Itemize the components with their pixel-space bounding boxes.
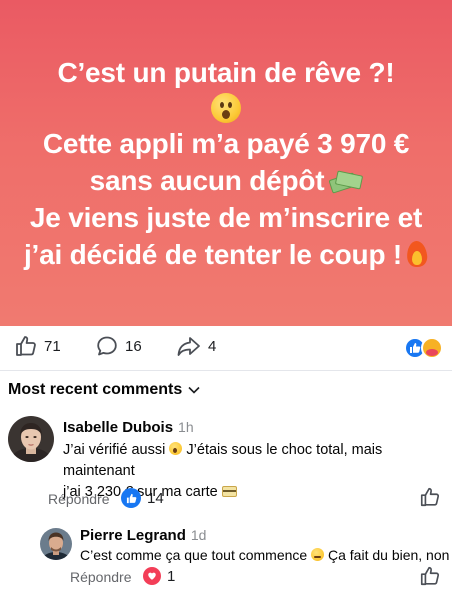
comment-bubble-icon [95,334,119,358]
comment-text-part: Ça fait du bien, non ? [328,547,452,563]
care-reaction-icon [421,337,443,359]
post-text-line-2: Cette appli m’a payé 3 970 € [42,127,410,159]
sort-label: Most recent comments [8,381,183,398]
astonished-face-icon [169,442,183,455]
comment-reaction-count[interactable]: 1 [143,567,175,585]
thumbs-up-icon [14,334,38,358]
post-text-line-3-row: sans aucun dépôt [89,162,364,199]
reaction-summary[interactable] [404,336,444,360]
comment-time[interactable]: 1h [178,419,194,435]
share-button[interactable]: 4 [176,334,216,358]
avatar[interactable] [40,528,72,560]
chevron-down-icon [188,381,200,399]
comment-author[interactable]: Isabelle Dubois [63,419,173,436]
comment-text-line-2: j’ai 3 230 € sur ma carte [63,482,443,503]
share-arrow-icon [176,334,202,358]
reply-button[interactable]: Répondre [48,491,110,507]
comment-text-line-1: J’ai vérifié aussi J’étais sous le choc … [63,440,443,482]
comment-like-button[interactable] [419,565,441,592]
reaction-count-value: 1 [167,567,176,585]
comment-sort-dropdown[interactable]: Most recent comments [8,381,200,399]
credit-card-icon [221,486,237,497]
comment-author-row: Isabelle Dubois 1h [63,419,194,436]
reaction-count-value: 14 [147,489,164,507]
reply-button[interactable]: Répondre [70,569,132,585]
thumbs-up-icon [419,566,441,591]
share-count: 4 [208,337,217,355]
smiling-face-icon [311,548,325,561]
like-count: 71 [44,337,61,355]
comment-text-part: C’est comme ça que tout commence [80,547,308,563]
astonished-face-icon [211,91,241,125]
post-action-bar: 71 16 4 [0,326,452,370]
post-text-line-1: C’est un putain de rêve ?! [57,56,395,88]
comment-time[interactable]: 1d [191,527,207,543]
post-text-line-5: j’ai décidé de tenter le coup ! [23,238,403,270]
money-with-wings-icon [328,169,364,194]
post-banner: C’est un putain de rêve ?! Cette appli m… [0,0,452,326]
comment-count: 16 [125,337,142,355]
fire-icon [406,239,428,268]
post-text-line-3: sans aucun dépôt [89,164,325,196]
comment-reaction-count[interactable]: 14 [121,488,164,508]
comment-author[interactable]: Pierre Legrand [80,527,186,544]
comment-button[interactable]: 16 [95,334,142,358]
section-divider [0,370,452,371]
thumbs-up-icon [419,487,441,512]
post-text-line-4: Je viens juste de m’inscrire et [29,201,423,233]
comment-like-button[interactable] [419,486,441,513]
comment-text: C’est comme ça que tout commence Ça fait… [80,545,452,566]
post-text-line-5-row: j’ai décidé de tenter le coup ! [24,236,428,273]
avatar[interactable] [8,416,54,462]
comment-text: J’ai vérifié aussi J’étais sous le choc … [63,440,443,503]
comment-author-row: Pierre Legrand 1d [80,527,206,544]
comment-text-part: J’ai vérifié aussi [63,442,166,458]
heart-reaction-icon [143,567,161,585]
like-button[interactable]: 71 [14,334,61,358]
like-reaction-icon [121,488,141,508]
